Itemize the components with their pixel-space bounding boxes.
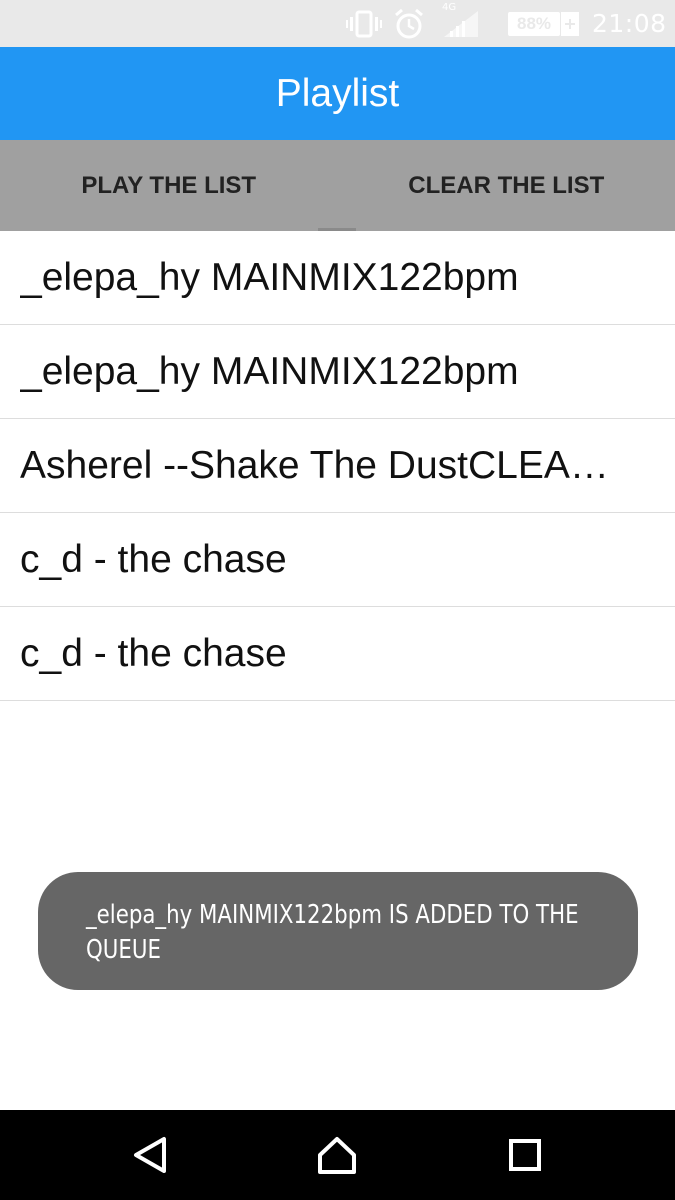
recents-icon[interactable] — [500, 1130, 550, 1180]
play-list-button[interactable]: PLAY THE LIST — [0, 140, 338, 231]
action-bar: PLAY THE LIST CLEAR THE LIST — [0, 140, 675, 231]
list-item[interactable]: Asherel --Shake The DustCLEAN… — [0, 419, 675, 513]
charging-icon — [561, 11, 579, 36]
page-title: Playlist — [275, 71, 400, 115]
clear-list-button[interactable]: CLEAR THE LIST — [338, 140, 675, 231]
clock-time: 21:08 — [592, 9, 667, 38]
status-bar: 4G 88% 21:08 — [0, 0, 675, 47]
vibrate-icon — [346, 0, 382, 47]
app-bar: Playlist — [0, 47, 675, 140]
toast-message: _elepa_hy MAINMIX122bpm IS ADDED TO THE … — [86, 900, 579, 965]
home-icon[interactable] — [312, 1130, 362, 1180]
battery-percent: 88% — [516, 13, 552, 33]
list-item[interactable]: _elepa_hy MAINMIX122bpm — [0, 325, 675, 419]
back-icon[interactable] — [125, 1130, 175, 1180]
track-title: Asherel --Shake The DustCLEAN… — [20, 443, 635, 487]
list-item[interactable]: c_d - the chase — [0, 513, 675, 607]
playlist: _elepa_hy MAINMIX122bpm _elepa_hy MAINMI… — [0, 231, 675, 701]
track-title: c_d - the chase — [20, 537, 287, 581]
list-item[interactable]: c_d - the chase — [0, 607, 675, 701]
track-title: _elepa_hy MAINMIX122bpm — [20, 255, 519, 299]
signal-icon — [440, 0, 480, 47]
screen: 4G 88% 21:08 Playlist PLAY THE LIST CLEA… — [0, 0, 675, 1200]
list-item[interactable]: _elepa_hy MAINMIX122bpm — [0, 231, 675, 325]
alarm-icon — [393, 0, 425, 47]
navigation-bar — [0, 1110, 675, 1200]
battery-icon: 88% — [508, 0, 579, 47]
track-title: _elepa_hy MAINMIX122bpm — [20, 349, 519, 393]
toast-notification: _elepa_hy MAINMIX122bpm IS ADDED TO THE … — [38, 872, 638, 990]
track-title: c_d - the chase — [20, 631, 287, 675]
